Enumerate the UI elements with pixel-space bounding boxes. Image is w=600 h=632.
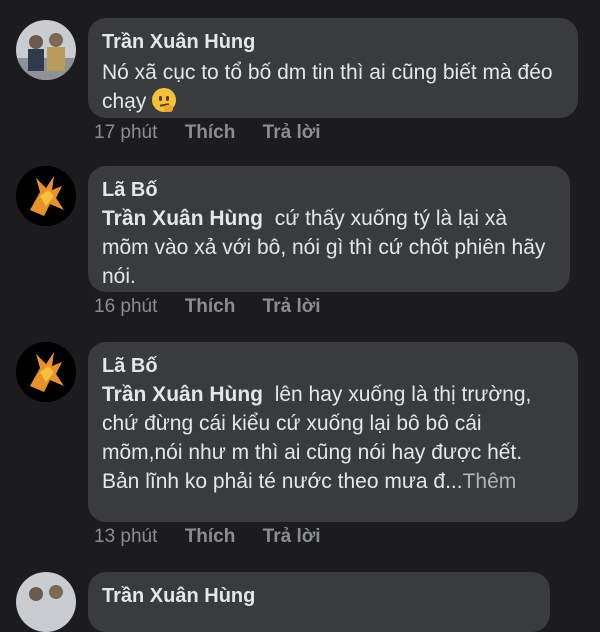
avatar[interactable] xyxy=(16,20,76,80)
comment-author[interactable]: Trần Xuân Hùng xyxy=(102,584,536,608)
reply-button[interactable]: Trả lời xyxy=(263,296,321,317)
comment-bubble: Lã Bố Trần Xuân Hùng lên hay xuống là th… xyxy=(88,342,578,522)
like-button[interactable]: Thích xyxy=(185,526,236,547)
comment-text: Trần Xuân Hùng lên hay xuống là thị trườ… xyxy=(102,380,564,496)
see-more-link[interactable]: Thêm xyxy=(463,470,517,493)
comment-meta: 17 phút Thích Trả lời xyxy=(94,122,343,144)
thinking-face-icon xyxy=(152,88,177,112)
reply-button[interactable]: Trả lời xyxy=(263,122,321,143)
comment-meta: 16 phút Thích Trả lời xyxy=(94,296,343,318)
comment-meta: 13 phút Thích Trả lời xyxy=(94,526,343,548)
comment-bubble: Lã Bố Trần Xuân Hùng cứ thấy xuống tý là… xyxy=(88,166,570,292)
comment-author[interactable]: Trần Xuân Hùng xyxy=(102,30,564,54)
mention-link[interactable]: Trần Xuân Hùng xyxy=(102,207,263,230)
reply-button[interactable]: Trả lời xyxy=(263,526,321,547)
comment-bubble: Trần Xuân Hùng Nó xã cục to tổ bố dm tin… xyxy=(88,18,578,118)
comment-time[interactable]: 16 phút xyxy=(94,296,157,317)
avatar[interactable] xyxy=(16,572,76,632)
mention-link[interactable]: Trần Xuân Hùng xyxy=(102,383,263,406)
like-button[interactable]: Thích xyxy=(185,296,236,317)
avatar[interactable] xyxy=(16,166,76,226)
comment-text: Trần Xuân Hùng cứ thấy xuống tý là lại x… xyxy=(102,204,556,291)
comment-time[interactable]: 17 phút xyxy=(94,122,157,143)
comment-author[interactable]: Lã Bố xyxy=(102,178,556,202)
like-button[interactable]: Thích xyxy=(185,122,236,143)
comment-text: Nó xã cục to tổ bố dm tin thì ai cũng bi… xyxy=(102,58,564,116)
avatar[interactable] xyxy=(16,342,76,402)
comment-time[interactable]: 13 phút xyxy=(94,526,157,547)
comment-bubble: Trần Xuân Hùng xyxy=(88,572,550,632)
comment-author[interactable]: Lã Bố xyxy=(102,354,564,378)
